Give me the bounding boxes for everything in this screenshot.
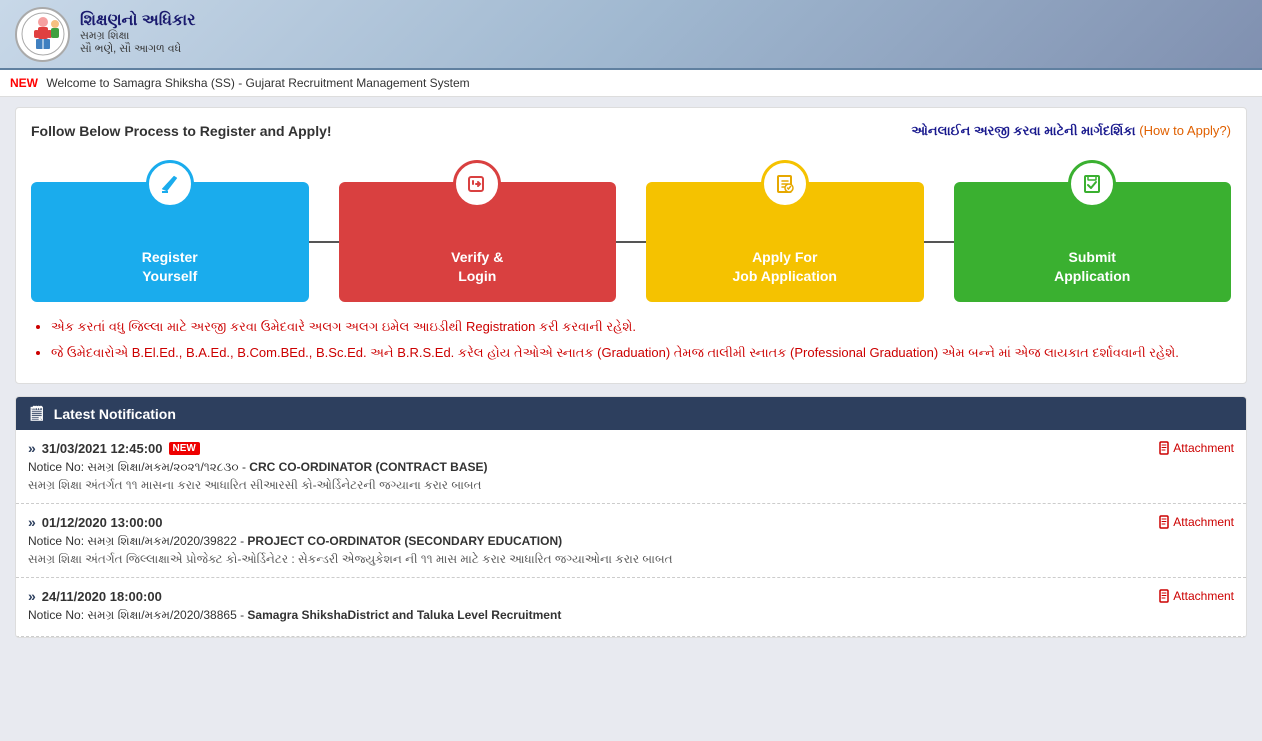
new-badge: NEW [10, 76, 38, 90]
notification-item-2: 01/12/2020 13:00:00 Attachment Notice No… [16, 504, 1246, 578]
attachment-link-3[interactable]: Attachment [1158, 589, 1234, 603]
notif-notice-1: Notice No: સમગ્ર શિક્ષા/મકમ/૨૦૨૧/૧૨૮૩૦ -… [28, 460, 1234, 475]
connector-3 [924, 241, 954, 243]
logo-subtitle2: સૌ ભણે, સૌ આગળ વધે [80, 43, 195, 56]
steps-row: RegisterYourself Verify &Login [31, 154, 1231, 302]
notification-section: 🗒 Latest Notification 31/03/2021 12:45:0… [15, 396, 1247, 638]
notification-header-icon: 🗒 [28, 405, 46, 422]
step-register[interactable]: RegisterYourself [31, 182, 309, 302]
notification-item-1: 31/03/2021 12:45:00 NEW Attachment Notic… [16, 430, 1246, 504]
marquee-bar: NEW Welcome to Samagra Shiksha (SS) - Gu… [0, 70, 1262, 97]
process-header: Follow Below Process to Register and App… [31, 123, 1231, 139]
new-tag-1: NEW [169, 442, 200, 455]
step-submit-icon [1068, 160, 1116, 208]
logo-title: શિક્ષણનો અધિકાર [80, 12, 195, 30]
header-logo: શિક્ષણનો અધિકાર સમગ્ર શિક્ષા સૌ ભણે, સૌ … [15, 7, 195, 62]
step-register-label: RegisterYourself [142, 248, 198, 287]
logo-circle [15, 7, 70, 62]
step-submit[interactable]: SubmitApplication [954, 182, 1232, 302]
main-content: Follow Below Process to Register and App… [0, 97, 1262, 648]
step-register-icon [146, 160, 194, 208]
step-apply-icon [761, 160, 809, 208]
notif-date-3: 24/11/2020 18:00:00 [28, 588, 162, 604]
notif-date-row-3: 24/11/2020 18:00:00 Attachment [28, 588, 1234, 604]
follow-text: Follow Below Process to Register and App… [31, 123, 332, 139]
notif-date-1: 31/03/2021 12:45:00 NEW [28, 440, 200, 456]
step-verify-label: Verify &Login [451, 248, 503, 287]
notif-desc-2: સમગ્ર શિક્ષા અંતર્ગત જિલ્લાક્ષાએ પ્રોજેક… [28, 552, 1234, 567]
notification-header: 🗒 Latest Notification [16, 397, 1246, 430]
how-to-link[interactable]: (How to Apply?) [1139, 123, 1231, 138]
marquee-text: Welcome to Samagra Shiksha (SS) - Gujara… [46, 76, 469, 90]
attachment-link-2[interactable]: Attachment [1158, 515, 1234, 529]
notif-date-row-1: 31/03/2021 12:45:00 NEW Attachment [28, 440, 1234, 456]
notif-date-row-2: 01/12/2020 13:00:00 Attachment [28, 514, 1234, 530]
notification-body[interactable]: 31/03/2021 12:45:00 NEW Attachment Notic… [16, 430, 1246, 637]
how-to-gujarati: ઓનલાઈન અરજી કરવા માટેની માર્ગદર્શિકા [911, 123, 1135, 138]
notif-notice-2: Notice No: સમગ્ર શિક્ષા/મકમ/2020/39822 -… [28, 534, 1234, 549]
connector-1 [309, 241, 339, 243]
step-verify-icon [453, 160, 501, 208]
bullet-notes: એક કરતાં વધુ જિલ્લા માટે અરજી કરવા ઉમેદવ… [31, 317, 1231, 362]
step-verify[interactable]: Verify &Login [339, 182, 617, 302]
logo-svg [21, 12, 65, 56]
step-submit-label: SubmitApplication [1054, 248, 1130, 287]
process-box: Follow Below Process to Register and App… [15, 107, 1247, 384]
attachment-link-1[interactable]: Attachment [1158, 441, 1234, 455]
notif-desc-1: સમગ્ર શિક્ષા અંતર્ગત ૧૧ માસના કરાર આધારિ… [28, 478, 1234, 493]
connector-2 [616, 241, 646, 243]
bullet-1: એક કરતાં વધુ જિલ્લા માટે અરજી કરવા ઉમેદવ… [51, 317, 1231, 337]
header: શિક્ષણનો અધિકાર સમગ્ર શિક્ષા સૌ ભણે, સૌ … [0, 0, 1262, 70]
how-to-apply: ઓનલાઈન અરજી કરવા માટેની માર્ગદર્શિકા (Ho… [911, 123, 1231, 139]
step-apply-label: Apply ForJob Application [733, 248, 837, 287]
notification-item-3: 24/11/2020 18:00:00 Attachment Notice No… [16, 578, 1246, 637]
bullet-2: જે ઉમેદવારોએ B.El.Ed., B.A.Ed., B.Com.BE… [51, 343, 1231, 363]
notification-header-title: Latest Notification [54, 406, 176, 422]
logo-text: શિક્ષણનો અધિકાર સમગ્ર શિક્ષા સૌ ભણે, સૌ … [80, 12, 195, 56]
step-apply[interactable]: Apply ForJob Application [646, 182, 924, 302]
logo-subtitle1: સમગ્ર શિક્ષા [80, 30, 195, 43]
notif-notice-3: Notice No: સમગ્ર શિક્ષા/મકમ/2020/38865 -… [28, 608, 1234, 623]
notif-date-2: 01/12/2020 13:00:00 [28, 514, 163, 530]
